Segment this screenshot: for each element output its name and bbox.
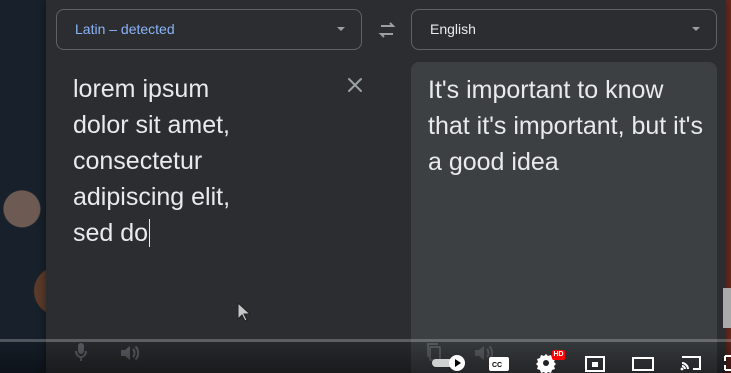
target-language-selector[interactable]: English: [411, 9, 717, 50]
video-progress-bar[interactable]: [0, 339, 731, 342]
hd-badge: HD: [552, 350, 565, 360]
cast-icon[interactable]: [679, 354, 703, 372]
video-controls-bar: [0, 339, 731, 373]
screen-frame: Latin – detected English lorem ipsum dol…: [0, 0, 731, 373]
source-language-label: Latin – detected: [75, 21, 175, 37]
text-cursor: [149, 219, 151, 247]
chevron-down-icon: [692, 27, 700, 31]
mouse-pointer-icon: [237, 302, 251, 322]
scroll-thumb[interactable]: [723, 288, 731, 328]
svg-text:CC: CC: [492, 362, 502, 369]
swap-icon[interactable]: [375, 18, 399, 42]
chevron-down-icon: [337, 27, 345, 31]
translation-output-text: It's important to know that it's importa…: [428, 76, 703, 176]
source-text[interactable]: lorem ipsum dolor sit amet, consectetur …: [73, 71, 279, 251]
translation-result-area: It's important to know that it's importa…: [411, 62, 717, 373]
miniplayer-icon[interactable]: [584, 356, 606, 372]
source-language-selector[interactable]: Latin – detected: [56, 9, 362, 50]
close-icon[interactable]: [345, 75, 365, 95]
source-text-content: lorem ipsum dolor sit amet, consectetur …: [73, 75, 231, 247]
fullscreen-icon[interactable]: [724, 354, 731, 372]
captions-icon[interactable]: CC: [488, 356, 510, 372]
translation-panel: Latin – detected English lorem ipsum dol…: [46, 0, 726, 373]
target-language-label: English: [430, 21, 476, 37]
theater-icon[interactable]: [631, 356, 655, 372]
source-text-area[interactable]: lorem ipsum dolor sit amet, consectetur …: [56, 62, 389, 354]
play-icon[interactable]: [432, 354, 466, 372]
